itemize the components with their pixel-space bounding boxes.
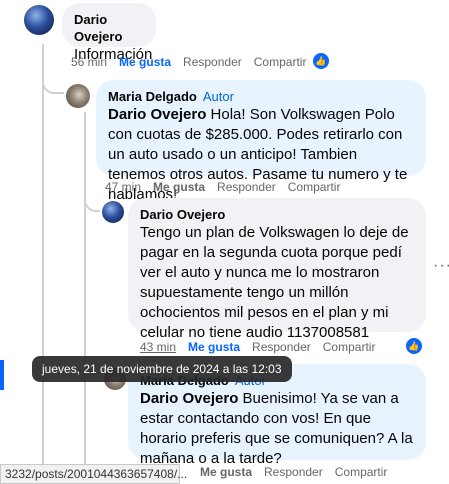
like-button[interactable]: Me gusta [119, 55, 171, 69]
comment-author[interactable]: Maria Delgado Autor [108, 88, 414, 105]
comment-bubble: Dario Ovejero Información [62, 3, 156, 63]
more-options-icon[interactable]: ··· [433, 257, 449, 275]
comment-actions: 47 min Me gusta Responder Compartir [105, 180, 340, 194]
share-button[interactable]: Compartir [254, 55, 307, 69]
mention-link[interactable]: Dario Ovejero [140, 390, 238, 407]
like-reaction-icon[interactable]: 👍 [406, 338, 422, 354]
comment-text: Dario Ovejero Buenisimo! Ya se van a est… [140, 389, 414, 469]
reply-button[interactable]: Responder [183, 55, 242, 69]
thread-curve [84, 196, 100, 212]
avatar[interactable] [66, 84, 90, 108]
author-name[interactable]: Maria Delgado [108, 89, 197, 104]
like-button[interactable]: Me gusta [188, 340, 240, 354]
like-reaction-icon[interactable]: 👍 [313, 53, 329, 69]
comment-actions: 56 min Me gusta Responder Compartir [71, 55, 306, 69]
reply-button[interactable]: Responder [264, 465, 323, 479]
comment-bubble: Dario Ovejero Tengo un plan de Volkswage… [128, 198, 426, 341]
comment-timestamp[interactable]: 56 min [71, 55, 107, 69]
comment-text: Tengo un plan de Volkswagen lo deje de p… [140, 224, 409, 341]
comment-actions: Me gusta Responder Compartir [200, 465, 387, 479]
like-button[interactable]: Me gusta [153, 180, 205, 194]
comment-timestamp[interactable]: 47 min [105, 180, 141, 194]
like-button[interactable]: Me gusta [200, 465, 252, 479]
mention-link[interactable]: Dario Ovejero [108, 106, 206, 123]
thread-line [84, 112, 86, 484]
reply-button[interactable]: Responder [252, 340, 311, 354]
share-button[interactable]: Compartir [335, 465, 388, 479]
status-bar-url: 3232/posts/2001044363657408/... [0, 464, 187, 484]
comment-actions: 43 min Me gusta Responder Compartir [140, 340, 375, 354]
share-button[interactable]: Compartir [288, 180, 341, 194]
thread-line [42, 44, 44, 484]
avatar[interactable] [24, 5, 54, 35]
avatar[interactable] [102, 201, 124, 223]
focus-indicator [0, 360, 4, 390]
comment-author[interactable]: Dario Ovejero [140, 206, 414, 223]
comment-author[interactable]: Dario Ovejero [74, 11, 144, 45]
comment-timestamp[interactable]: 43 min [140, 340, 176, 354]
timestamp-tooltip: jueves, 21 de noviembre de 2024 a las 12… [32, 356, 292, 382]
comment-bubble: Maria Delgado Autor Dario Ovejero Hola! S… [96, 80, 426, 203]
author-badge: Autor [202, 89, 234, 104]
thread-curve [42, 78, 64, 94]
share-button[interactable]: Compartir [323, 340, 376, 354]
reply-button[interactable]: Responder [217, 180, 276, 194]
